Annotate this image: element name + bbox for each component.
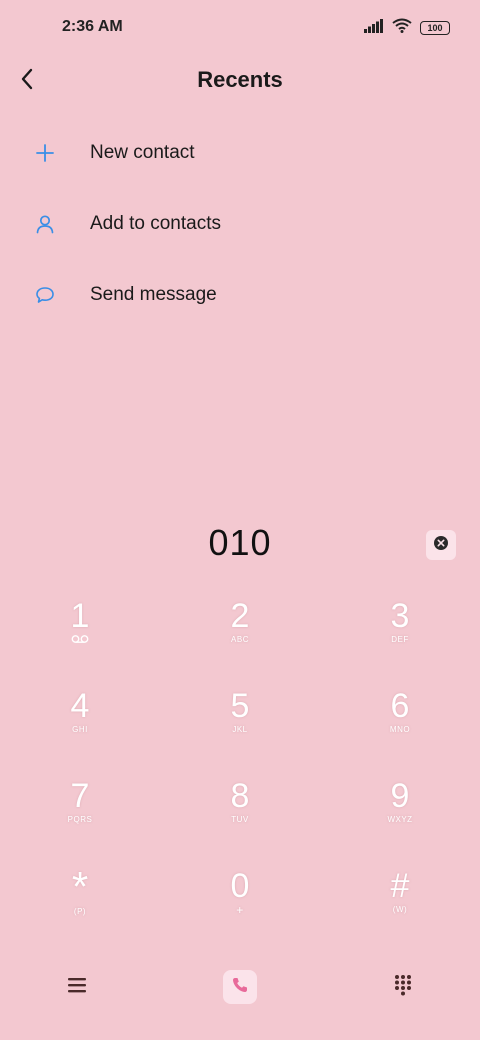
add-to-contacts-item[interactable]: Add to contacts: [0, 188, 480, 259]
battery-icon: 100: [420, 21, 450, 35]
header: Recents: [0, 56, 480, 106]
key-star[interactable]: * (P): [0, 866, 160, 956]
key-letters: ABC: [231, 635, 249, 644]
chat-bubble-icon: [34, 284, 56, 306]
backspace-icon: [433, 535, 449, 556]
key-letters: (P): [73, 907, 87, 916]
person-icon: [34, 213, 56, 235]
key-letters: DEF: [391, 635, 409, 644]
key-0[interactable]: 0 +: [160, 866, 320, 956]
key-digit: #: [390, 867, 410, 905]
send-message-label: Send message: [90, 283, 217, 305]
key-digit: 7: [70, 777, 90, 815]
key-3[interactable]: 3 DEF: [320, 596, 480, 686]
call-button[interactable]: [223, 970, 257, 1004]
key-6[interactable]: 6 MNO: [320, 686, 480, 776]
key-5[interactable]: 5 JKL: [160, 686, 320, 776]
menu-button[interactable]: [64, 974, 90, 1000]
dialpad-toggle-button[interactable]: [390, 974, 416, 1000]
key-digit: 4: [70, 687, 90, 725]
wifi-icon: [392, 18, 412, 38]
key-2[interactable]: 2 ABC: [160, 596, 320, 686]
new-contact-label: New contact: [90, 141, 195, 163]
key-8[interactable]: 8 TUV: [160, 776, 320, 866]
bottom-bar: [0, 966, 480, 1006]
key-digit: 1: [70, 597, 90, 635]
key-letters: (W): [392, 905, 408, 914]
status-time: 2:36 AM: [62, 18, 123, 35]
key-7[interactable]: 7 PQRS: [0, 776, 160, 866]
key-9[interactable]: 9 WXYZ: [320, 776, 480, 866]
key-letters: +: [236, 903, 244, 917]
key-digit: 0: [230, 867, 250, 905]
dialpad-icon: [393, 974, 413, 1001]
action-list: New contact Add to contacts Send message: [0, 117, 480, 330]
key-digit: 2: [230, 597, 250, 635]
phone-icon: [231, 976, 249, 999]
key-letters: GHI: [72, 725, 88, 734]
key-1[interactable]: 1: [0, 596, 160, 686]
page-title: Recents: [197, 67, 283, 92]
status-bar: 2:36 AM 100: [0, 0, 480, 56]
key-letters: JKL: [232, 725, 248, 734]
signal-icon: [364, 18, 384, 38]
key-digit: *: [71, 863, 89, 910]
key-letters: TUV: [231, 815, 249, 824]
key-letters: MNO: [389, 725, 411, 734]
send-message-item[interactable]: Send message: [0, 259, 480, 330]
new-contact-item[interactable]: New contact: [0, 117, 480, 188]
key-digit: 5: [230, 687, 250, 725]
key-digit: 8: [230, 777, 250, 815]
key-digit: 9: [390, 777, 410, 815]
key-letters: PQRS: [67, 815, 93, 824]
keypad: 1 2 ABC 3 DEF 4 GHI 5 JKL 6 MNO 7 PQRS 8…: [0, 596, 480, 956]
key-4[interactable]: 4 GHI: [0, 686, 160, 776]
key-digit: 3: [390, 597, 410, 635]
key-digit: 6: [390, 687, 410, 725]
plus-icon: [34, 142, 56, 164]
status-icons: 100: [364, 18, 450, 38]
hamburger-menu-icon: [67, 976, 87, 999]
dialed-number: 010: [208, 522, 272, 563]
key-hash[interactable]: # (W): [320, 866, 480, 956]
add-to-contacts-label: Add to contacts: [90, 212, 221, 234]
voicemail-icon: [71, 634, 89, 648]
key-letters: WXYZ: [387, 815, 413, 824]
delete-button[interactable]: [426, 530, 456, 560]
